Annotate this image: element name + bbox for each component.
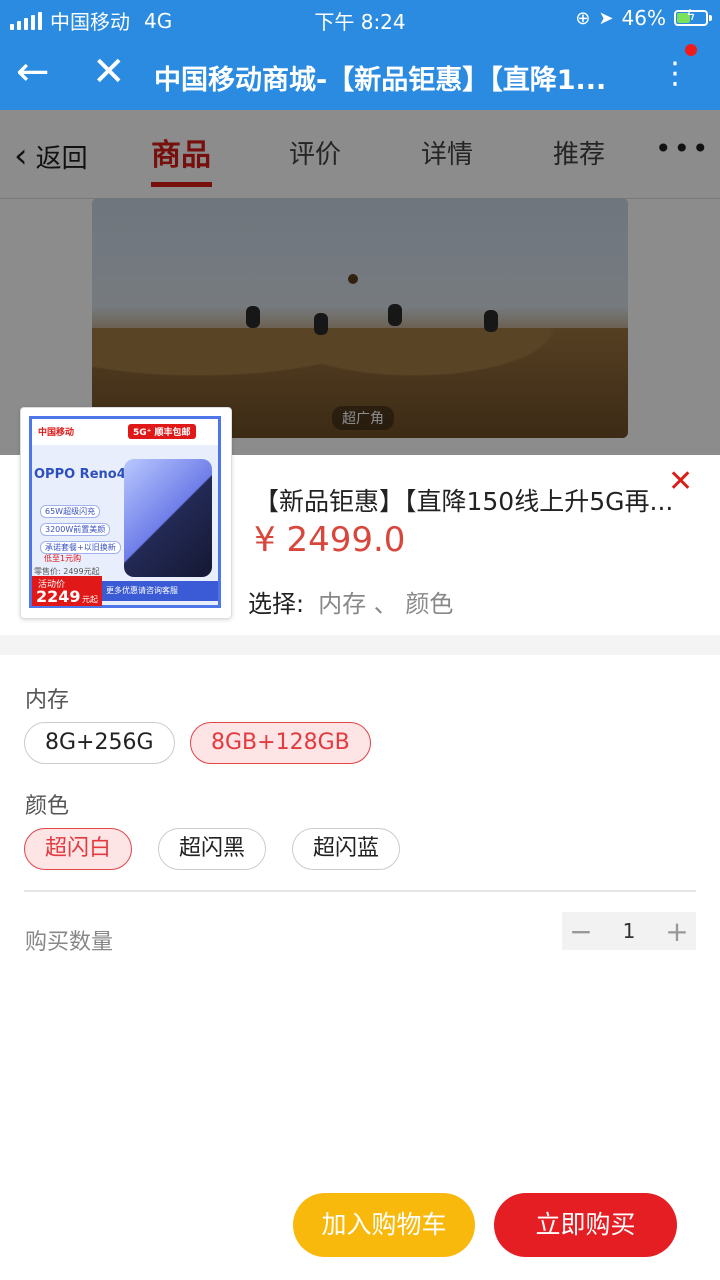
battery-percent: 46% [621,6,666,30]
poster-5g-badge: 5G⁺ 顺丰包邮 [128,424,196,439]
buy-now-button[interactable]: 立即购买 [494,1193,677,1257]
status-bar: 中国移动 4G 下午 8:24 ⊕ ➤ 46% ϟ [0,0,720,38]
battery-icon: ϟ [674,8,712,26]
memory-option-256[interactable]: 8G+256G [24,722,175,764]
browser-titlebar: ← ✕ 中国移动商城-【新品钜惠】【直降1... ⋮ [0,38,720,110]
dim-overlay[interactable] [0,110,720,455]
minus-button[interactable]: − [562,915,600,948]
quantity-stepper: − 1 + [562,912,696,950]
quantity-label: 购买数量 [25,930,114,955]
color-option-white[interactable]: 超闪白 [24,828,133,870]
poster-activity: 活动价 2249 元起 [32,576,102,606]
notification-dot [685,44,697,56]
poster-consult: 更多优惠请咨询客服 [102,581,218,601]
poster-activity-price: 2249 [36,587,81,606]
poster-feature: 低至1元购 [44,554,82,563]
sheet-close-icon[interactable]: ✕ [668,464,693,499]
close-icon[interactable]: ✕ [92,48,126,96]
poster-feature: 65W超级闪充 [40,505,101,518]
thumbnail-poster: 中国移动 5G⁺ 顺丰包邮 OPPO Reno4 SE 65W超级闪充 3200… [29,416,221,608]
selection-summary: 选择: 内存 、 颜色 [248,584,453,619]
status-right: ⊕ ➤ 46% ϟ [575,6,712,30]
product-thumbnail: 中国移动 5G⁺ 顺丰包邮 OPPO Reno4 SE 65W超级闪充 3200… [20,407,232,619]
poster-brand: 中国移动 [38,428,75,438]
rotation-lock-icon: ⊕ [575,7,591,29]
sheet-separator [0,635,720,655]
product-price: ¥ 2499.0 [254,520,406,560]
plus-button[interactable]: + [658,915,696,948]
location-arrow-icon: ➤ [598,7,614,29]
color-label: 颜色 [25,794,70,819]
poster-phone-image [124,459,212,577]
divider [24,890,696,892]
charging-bolt-icon: ϟ [686,8,696,24]
poster-header: 中国移动 5G⁺ 顺丰包邮 [32,419,218,445]
more-menu-icon[interactable]: ⋮ [660,52,690,96]
back-arrow-icon[interactable]: ← [16,50,50,94]
quantity-value[interactable]: 1 [600,919,658,943]
color-option-blue[interactable]: 超闪蓝 [292,828,401,870]
page-title: 中国移动商城-【新品钜惠】【直降1... [154,65,607,96]
selection-label: 选择: [248,590,305,618]
product-title: 【新品钜惠】【直降150线上升5G再... [254,487,674,516]
add-to-cart-button[interactable]: 加入购物车 [293,1193,475,1257]
selection-value: 内存 、 颜色 [318,590,454,618]
color-option-black[interactable]: 超闪黑 [158,828,267,870]
poster-feature: 3200W前置美颜 [40,523,111,536]
poster-activity-unit: 元起 [82,595,98,604]
memory-option-128[interactable]: 8GB+128GB [190,722,371,764]
memory-label: 内存 [25,688,70,713]
